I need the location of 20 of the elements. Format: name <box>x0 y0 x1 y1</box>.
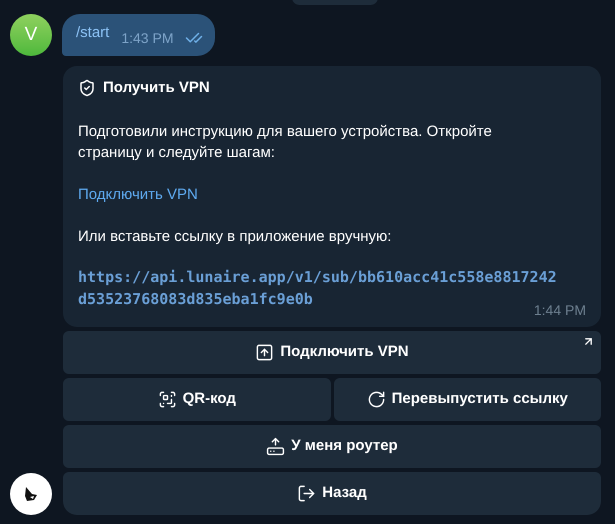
message-time: 1:44 PM <box>534 300 586 320</box>
exit-icon <box>297 484 316 502</box>
keyboard-button[interactable]: QR-код <box>63 378 330 420</box>
message-time: 1:43 PM <box>121 28 174 48</box>
connect-link[interactable]: Подключить VPN <box>78 184 198 204</box>
keyboard-button[interactable]: У меня роутер <box>63 424 601 468</box>
keyboard-button[interactable]: Назад <box>63 472 601 514</box>
message-title: Получить VPN <box>103 78 210 98</box>
router-upload-icon <box>266 436 286 456</box>
message-text: /start <box>76 22 110 43</box>
user-avatar: V <box>10 14 52 56</box>
shield-check-icon <box>78 79 96 98</box>
qr-code-icon <box>158 390 177 408</box>
keyboard-button[interactable]: Перевыпустить ссылку <box>334 378 601 420</box>
message-paragraph: Подготовили инструкцию для вашего устройства. Откройте страницу и следуйте шагам: <box>78 122 493 162</box>
message-paragraph: Или вставьте ссылку в приложение вручную: <box>78 226 392 246</box>
keyboard-button[interactable]: Подключить VPN <box>63 330 601 374</box>
bot-logo-icon <box>22 484 40 502</box>
refresh-icon <box>366 390 386 408</box>
upload-square-icon <box>255 342 274 362</box>
